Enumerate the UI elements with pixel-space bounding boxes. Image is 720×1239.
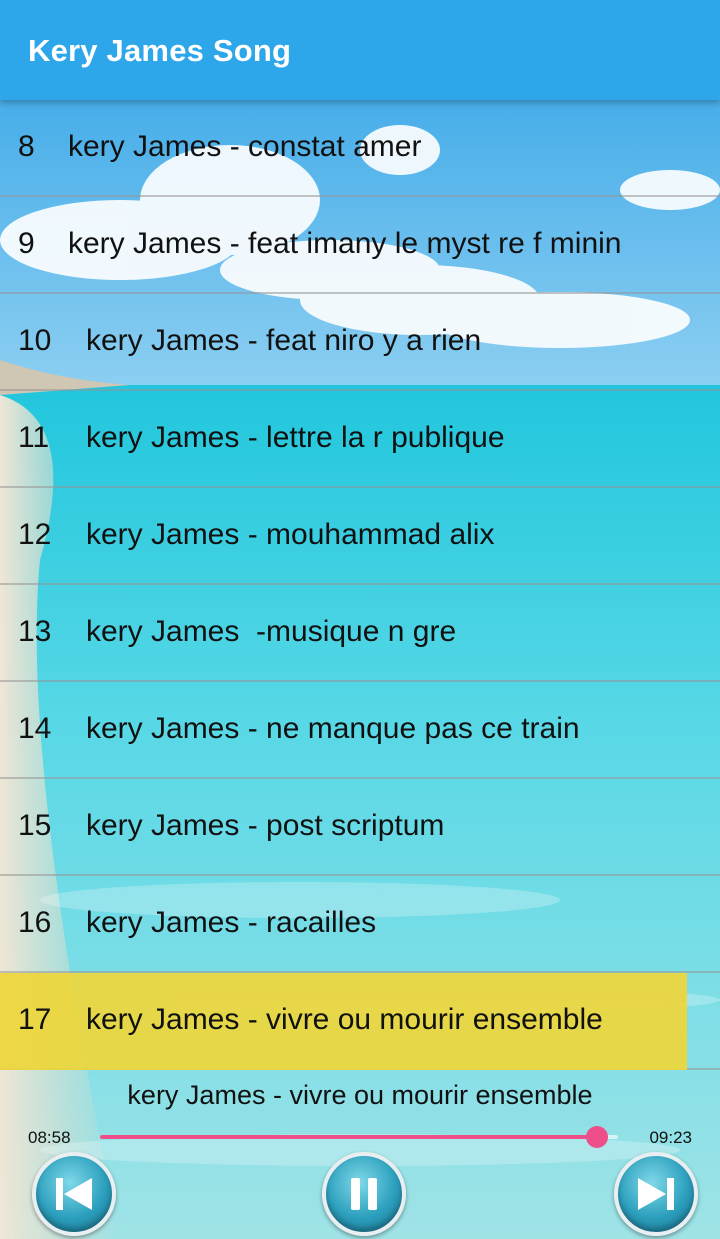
elapsed-time: 08:58 <box>28 1128 71 1147</box>
song-list[interactable]: 8 kery James - constat amer 9 kery James… <box>0 100 720 1070</box>
app-title: Kery James Song <box>28 33 292 68</box>
song-row-now-playing[interactable]: 17 kery James - vivre ou mourir ensemble <box>0 973 720 1070</box>
pause-icon <box>351 1178 377 1210</box>
seek-thumb[interactable] <box>586 1126 609 1148</box>
song-number: 12 <box>18 518 52 551</box>
previous-button[interactable] <box>32 1152 116 1236</box>
song-title: kery James - feat niro y a rien <box>86 324 482 357</box>
song-title: kery James -musique n gre <box>86 615 457 648</box>
song-row[interactable]: 12 kery James - mouhammad alix <box>0 488 720 585</box>
song-title: kery James - vivre ou mourir ensemble <box>86 1003 603 1036</box>
song-title: kery James - constat amer <box>68 130 422 163</box>
song-title: kery James - racailles <box>86 906 377 939</box>
song-number: 13 <box>18 615 52 648</box>
song-number: 15 <box>18 809 52 842</box>
song-number: 14 <box>18 712 52 745</box>
seek-bar[interactable] <box>100 1126 618 1148</box>
song-row[interactable]: 16 kery James - racailles <box>0 876 720 973</box>
song-row[interactable]: 10 kery James - feat niro y a rien <box>0 294 720 391</box>
skip-previous-icon <box>56 1178 92 1210</box>
song-title: kery James - post scriptum <box>86 809 445 842</box>
total-duration: 09:23 <box>649 1128 692 1147</box>
song-number: 16 <box>18 906 52 939</box>
song-number: 17 <box>18 1003 52 1036</box>
song-row[interactable]: 14 kery James - ne manque pas ce train <box>0 682 720 779</box>
song-row[interactable]: 9 kery James - feat imany le myst re f m… <box>0 197 720 294</box>
song-number: 11 <box>18 421 50 454</box>
next-button[interactable] <box>614 1152 698 1236</box>
song-row[interactable]: 15 kery James - post scriptum <box>0 779 720 876</box>
pause-button[interactable] <box>322 1152 406 1236</box>
seek-progress <box>100 1135 598 1139</box>
song-number: 8 <box>18 130 35 163</box>
song-number: 9 <box>18 227 35 260</box>
song-row[interactable]: 13 kery James -musique n gre <box>0 585 720 682</box>
song-title: kery James - mouhammad alix <box>86 518 495 551</box>
song-row[interactable]: 11 kery James - lettre la r publique <box>0 391 720 488</box>
now-playing-title: kery James - vivre ou mourir ensemble <box>127 1080 593 1110</box>
song-title: kery James - lettre la r publique <box>86 421 505 454</box>
song-title: kery James - feat imany le myst re f min… <box>68 227 622 260</box>
song-title: kery James - ne manque pas ce train <box>86 712 580 745</box>
song-number: 10 <box>18 324 52 357</box>
app-bar: Kery James Song <box>0 0 720 100</box>
song-row[interactable]: 8 kery James - constat amer <box>0 100 720 197</box>
player-panel: kery James - vivre ou mourir ensemble 08… <box>0 1066 720 1239</box>
skip-next-icon <box>638 1178 674 1210</box>
